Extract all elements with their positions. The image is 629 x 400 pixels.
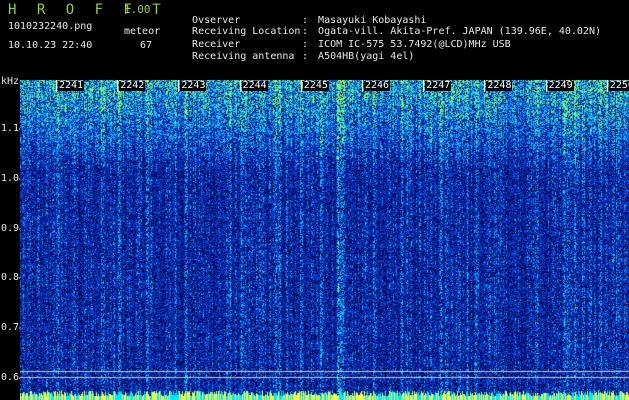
spectrogram-canvas (20, 80, 629, 400)
time-tick-label: 2250 (608, 81, 629, 91)
time-tick-label: 2245 (302, 80, 329, 91)
time-tick-mark (545, 80, 547, 92)
time-tick-label: 2241 (58, 80, 85, 91)
meteor-label: meteor (124, 26, 161, 37)
time-tick-mark (606, 80, 608, 92)
time-tick-label: 2247 (425, 80, 452, 91)
time-tick-mark (300, 80, 302, 92)
file-name: 1010232240.png (8, 21, 93, 32)
time-tick-label: 2244 (241, 80, 268, 91)
time-tick-label: 2249 (547, 80, 574, 91)
meteor-count: 67 (140, 40, 153, 51)
time-tick-label: 2242 (119, 80, 146, 91)
info-row-antenna: Receiving antenna: A504HB(yagi 4el) (192, 51, 415, 62)
time-tick-mark (117, 80, 119, 92)
time-tick-label: 2243 (180, 80, 207, 91)
time-tick-mark (362, 80, 363, 92)
frequency-axis (19, 128, 22, 379)
time-tick-mark (484, 80, 486, 92)
timestamp: 10.10.23 22:40 (8, 40, 93, 51)
time-tick-label: 2246 (364, 80, 391, 91)
info-value-antenna: A504HB(yagi 4el) (318, 51, 415, 62)
time-tick-mark (239, 80, 241, 92)
time-tick-mark (423, 80, 425, 92)
app-version: 1.00 (124, 3, 151, 16)
time-tick-mark (56, 80, 57, 92)
time-tick-mark (178, 80, 180, 92)
time-tick-label: 2248 (486, 80, 513, 91)
info-label-antenna: Receiving antenna (192, 51, 295, 62)
